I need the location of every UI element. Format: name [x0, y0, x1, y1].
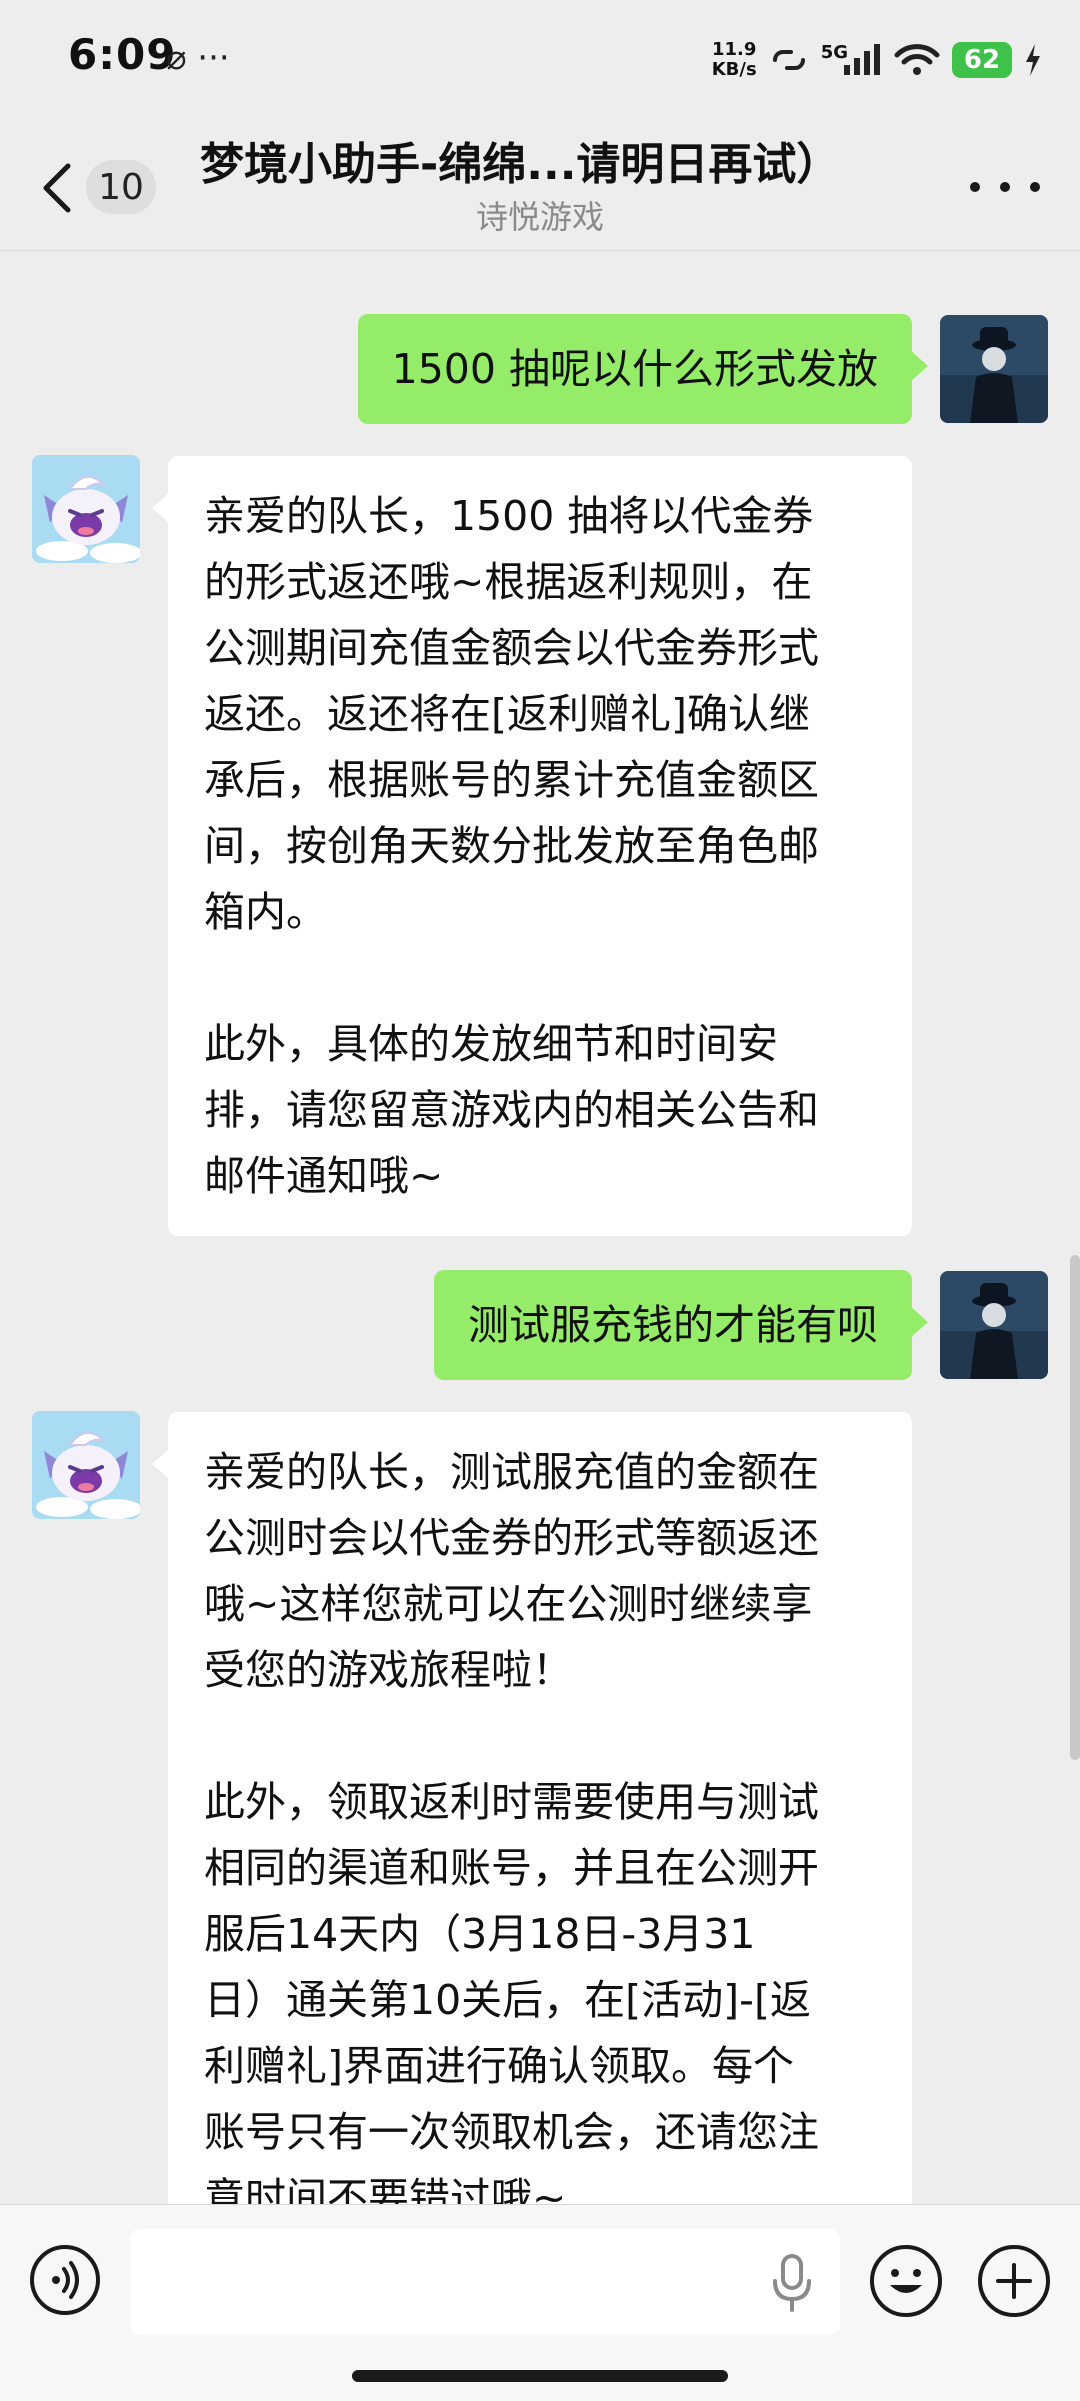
battery-indicator: 62 — [952, 42, 1012, 78]
message-bubble-sent[interactable]: 1500 抽呢以什么形式发放 — [357, 314, 929, 424]
more-dot-icon — [1000, 182, 1010, 192]
user-avatar[interactable] — [940, 1271, 1048, 1379]
more-actions-button[interactable] — [978, 2245, 1050, 2317]
home-indicator[interactable] — [352, 2370, 728, 2382]
message-text: 亲爱的队长，1500 抽将以代金券 的形式返还哦~根据返利规则，在 公测期间充值… — [204, 492, 819, 1200]
message-text: 测试服充钱的才能有呗 — [468, 1301, 878, 1349]
link-icon — [772, 50, 805, 70]
emoji-icon — [890, 2269, 922, 2293]
plus-icon — [996, 2263, 1032, 2299]
message-input[interactable] — [130, 2229, 840, 2335]
network-speed: 11.9 KB/s — [712, 40, 757, 80]
status-bar: 6:09 ⌀ ··· 11.9 KB/s 5G 62 — [0, 0, 1080, 110]
voice-toggle-button[interactable] — [30, 2245, 100, 2315]
message-text: 亲爱的队长，测试服充值的金额在 公测时会以代金券的形式等额返还 哦~这样您就可以… — [204, 1448, 819, 2222]
message-bubble-received[interactable]: 亲爱的队长，测试服充值的金额在 公测时会以代金券的形式等额返还 哦~这样您就可以… — [152, 1412, 912, 2258]
more-options-button[interactable] — [970, 172, 1040, 202]
chat-scrollbar[interactable] — [1070, 1255, 1080, 1760]
more-dot-icon — [970, 182, 980, 192]
message-bubble-sent[interactable]: 测试服充钱的才能有呗 — [434, 1270, 928, 1380]
chat-header: 10 梦境小助手-绵绵...请明日再试） 诗悦游戏 — [0, 110, 1080, 251]
assistant-avatar[interactable] — [32, 1411, 140, 1519]
chat-subtitle: 诗悦游戏 — [475, 198, 604, 236]
message-bubble-received[interactable]: 亲爱的队长，1500 抽将以代金券 的形式返还哦~根据返利规则，在 公测期间充值… — [152, 456, 912, 1236]
microphone-icon[interactable] — [770, 2253, 814, 2313]
message-text: 1500 抽呢以什么形式发放 — [391, 345, 878, 393]
assistant-avatar-image — [32, 455, 140, 563]
network-type: 5G — [820, 42, 848, 63]
assistant-avatar[interactable] — [32, 455, 140, 563]
cellular-signal: 5G — [820, 42, 882, 77]
signal-icon — [844, 44, 880, 75]
assistant-avatar-image — [32, 1411, 140, 1519]
emoji-button[interactable] — [870, 2245, 942, 2317]
status-right-icons: 11.9 KB/s 5G 62 — [712, 30, 1042, 90]
status-time: 6:09 — [68, 30, 177, 79]
chat-title: 梦境小助手-绵绵...请明日再试） — [200, 139, 841, 190]
network-speed-unit: KB/s — [711, 59, 757, 80]
user-avatar-image — [940, 315, 1048, 423]
more-dot-icon — [1030, 182, 1040, 192]
status-notification-icons: ⌀ ··· — [166, 38, 230, 78]
wifi-icon — [894, 44, 940, 75]
user-avatar-image — [940, 1271, 1048, 1379]
user-avatar[interactable] — [940, 315, 1048, 423]
network-speed-value: 11.9 — [711, 39, 757, 60]
voice-icon — [52, 2261, 79, 2299]
charging-icon — [1026, 44, 1040, 76]
